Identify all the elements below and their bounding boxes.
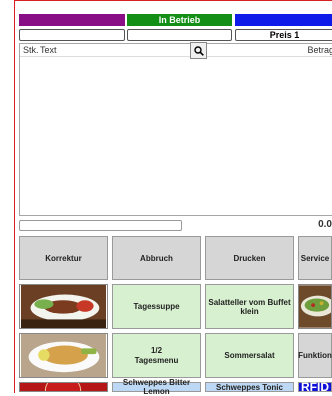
green-salad-image-button[interactable]	[298, 284, 332, 329]
korrektur-label: Korrektur	[45, 253, 82, 263]
salatteller-button[interactable]: Salatteller vom Buffet klein	[205, 284, 294, 329]
search-button[interactable]	[190, 42, 207, 59]
status-bar-left	[19, 14, 125, 26]
tonic-label: Schweppes Tonic	[216, 382, 283, 392]
service-button[interactable]: Service	[298, 236, 332, 280]
sommersalat-button[interactable]: Sommersalat	[205, 333, 294, 378]
korrektur-button[interactable]: Korrektur	[19, 236, 108, 280]
tagesmenu-label: Tagesmenu	[134, 355, 179, 365]
service-label: Service	[300, 253, 330, 263]
tagessuppe-label: Tagessuppe	[133, 302, 180, 311]
steak-plate-image	[20, 285, 107, 328]
tonic-button[interactable]: Schweppes Tonic	[205, 382, 294, 392]
schnitzel-image-button[interactable]	[19, 333, 108, 378]
ticket-header: Stk. Text Betrag	[20, 42, 332, 59]
sommersalat-label: Sommersalat	[224, 351, 275, 360]
coca-cola-logo-image	[20, 383, 107, 391]
drucken-button[interactable]: Drucken	[205, 236, 294, 280]
coke-image-button[interactable]	[19, 382, 108, 392]
info-field-2	[127, 29, 232, 41]
status-bar-right	[235, 14, 332, 26]
info-field-1	[19, 29, 125, 41]
tagessuppe-button[interactable]: Tagessuppe	[112, 284, 201, 329]
funktion-button[interactable]: Funktion	[298, 333, 332, 378]
entry-field[interactable]	[19, 220, 182, 231]
col-text: Text	[40, 45, 57, 55]
magnifier-icon	[193, 45, 204, 56]
funktion-label: Funktion	[298, 351, 332, 360]
rfid-button[interactable]: RFID	[298, 380, 332, 394]
half-label: 1/2	[150, 345, 163, 355]
price-label: Preis 1	[269, 30, 300, 40]
schnitzel-image	[20, 334, 107, 377]
bitter-lemon-button[interactable]: Schweppes Bitter Lemon	[112, 378, 201, 396]
status-text: In Betrieb	[158, 15, 201, 25]
bitter-lemon-label: Schweppes Bitter Lemon	[122, 378, 191, 396]
col-amount: Betrag	[307, 45, 332, 55]
status-bar-operating: In Betrieb	[127, 14, 232, 26]
abbruch-button[interactable]: Abbruch	[112, 236, 201, 280]
price-level-field[interactable]: Preis 1	[235, 29, 332, 41]
halbes-tagesmenu-button[interactable]: 1/2 Tagesmenu	[112, 333, 201, 378]
abbruch-label: Abbruch	[140, 253, 173, 263]
col-qty: Stk.	[23, 45, 39, 55]
salatteller-label: Salatteller vom Buffet klein	[208, 297, 291, 316]
total-amount: 0.0	[318, 219, 332, 230]
green-salad-image	[299, 285, 331, 328]
steak-image-button[interactable]	[19, 284, 108, 329]
ticket-list[interactable]: Stk. Text Betrag	[19, 42, 332, 216]
drucken-label: Drucken	[233, 253, 266, 263]
